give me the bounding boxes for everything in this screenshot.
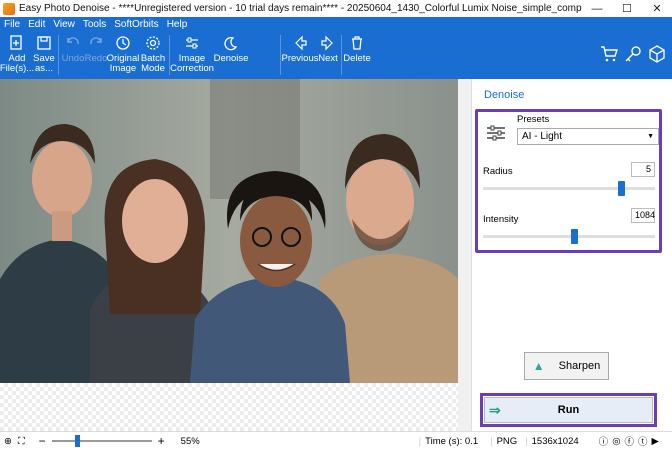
next-button[interactable]: Next <box>317 31 339 64</box>
window-title: Easy Photo Denoise - ****Unregistered ve… <box>19 3 582 14</box>
menu-edit[interactable]: Edit <box>28 19 45 30</box>
settings-group: Presets AI - Light ▼ Radius 5 Intensity … <box>475 109 662 253</box>
denoise-button[interactable]: Denoise <box>214 31 248 64</box>
arrow-left-icon <box>295 35 307 51</box>
time-value: Time (s): 0.1 <box>425 435 479 447</box>
status-bar: ⊕ ⛶ − + 55% | Time (s): 0.1 | PNG | 1536… <box>0 431 672 450</box>
minimize-button[interactable]: — <box>582 0 612 17</box>
batch-mode-label: Batch Mode <box>140 53 166 74</box>
image-correction-button[interactable]: Image Correction <box>170 31 214 74</box>
panel-title: Denoise <box>484 89 525 101</box>
redo-button[interactable]: Redo <box>85 31 107 64</box>
menu-file[interactable]: File <box>4 19 20 30</box>
denoise-label: Denoise <box>213 53 249 64</box>
divider: | <box>490 435 493 447</box>
presets-label: Presets <box>517 114 550 125</box>
sharpen-label: Sharpen <box>558 360 601 372</box>
menu-help[interactable]: Help <box>167 19 188 30</box>
cart-icon[interactable] <box>600 45 618 63</box>
next-label: Next <box>318 53 338 64</box>
intensity-slider[interactable] <box>483 229 655 244</box>
cube-icon[interactable] <box>648 45 666 63</box>
format-value: PNG <box>496 435 518 447</box>
globe-icon[interactable]: ◎ <box>612 436 620 447</box>
save-icon <box>37 36 51 50</box>
redo-icon <box>90 37 102 45</box>
group-portrait-image <box>0 79 458 383</box>
save-as-button[interactable]: Save as... <box>32 31 56 74</box>
radius-input[interactable]: 5 <box>631 162 655 177</box>
size-value: 1536x1024 <box>531 435 579 447</box>
zoom-value: 55% <box>180 435 200 447</box>
youtube-icon[interactable]: ▶ <box>652 436 659 447</box>
sliders-icon <box>186 37 198 49</box>
divider: | <box>418 435 422 447</box>
arrow-right-icon: ⇒ <box>489 401 501 418</box>
toolbar: Add File(s)... Save as... Undo Redo Orig… <box>0 31 672 79</box>
run-button[interactable]: ⇒ Run <box>484 397 653 423</box>
vertical-scrollbar[interactable] <box>458 79 471 431</box>
intensity-slider-thumb[interactable] <box>571 229 579 244</box>
original-image-label: Original Image <box>106 53 140 74</box>
original-image-button[interactable]: Original Image <box>107 31 139 74</box>
run-label: Run <box>557 404 580 416</box>
zoom-fit-icon[interactable]: ⊕ <box>4 436 12 447</box>
radius-slider[interactable] <box>483 181 655 196</box>
menu-view[interactable]: View <box>53 19 75 30</box>
menu-tools[interactable]: Tools <box>83 19 106 30</box>
image-correction-label: Image Correction <box>170 53 214 74</box>
triangle-icon: ▲ <box>532 359 545 373</box>
delete-label: Delete <box>343 53 371 64</box>
sparkle-moon-icon <box>224 37 238 51</box>
key-icon[interactable] <box>624 45 642 63</box>
zoom-slider-thumb[interactable] <box>74 435 80 447</box>
sliders-settings-icon <box>487 125 505 141</box>
title-bar: Easy Photo Denoise - ****Unregistered ve… <box>0 0 672 17</box>
delete-button[interactable]: Delete <box>343 31 371 64</box>
run-highlight: ⇒ Run <box>480 393 657 427</box>
chevron-down-icon: ▼ <box>647 133 654 140</box>
arrow-right-icon <box>321 35 333 51</box>
undo-label: Undo <box>61 53 85 64</box>
toolbar-divider <box>58 35 59 75</box>
trash-icon <box>352 36 362 50</box>
zoom-slider[interactable] <box>51 435 152 447</box>
photo-preview[interactable] <box>0 79 458 383</box>
zoom-in-icon[interactable]: + <box>158 434 165 448</box>
undo-icon <box>67 37 79 45</box>
twitter-icon[interactable]: ⓣ <box>638 434 648 448</box>
preset-value: AI - Light <box>522 131 563 142</box>
intensity-label: Intensity <box>483 214 519 225</box>
presets-dropdown[interactable]: AI - Light ▼ <box>517 128 659 145</box>
undo-button[interactable]: Undo <box>61 31 85 64</box>
history-icon <box>116 36 130 50</box>
previous-button[interactable]: Previous <box>281 31 319 64</box>
add-file-icon <box>10 35 22 50</box>
previous-label: Previous <box>281 53 319 64</box>
denoise-panel: Denoise Presets AI - Light ▼ Radius 5 In… <box>471 79 672 431</box>
zoom-out-icon[interactable]: − <box>39 434 46 448</box>
divider: | <box>525 435 528 447</box>
zoom-actual-icon[interactable]: ⛶ <box>18 436 25 447</box>
menu-bar: File Edit View Tools SoftOrbits Help <box>0 17 672 31</box>
sharpen-button[interactable]: ▲ Sharpen <box>524 352 609 380</box>
app-icon <box>3 2 15 15</box>
image-canvas[interactable] <box>0 79 471 431</box>
batch-mode-button[interactable]: Batch Mode <box>139 31 167 74</box>
toolbar-divider <box>341 35 342 75</box>
info-icon[interactable]: ⓘ <box>599 434 609 448</box>
save-as-label: Save as... <box>33 53 55 74</box>
gear-icon <box>146 36 160 50</box>
add-files-label: Add File(s)... <box>0 53 35 74</box>
redo-label: Redo <box>84 53 108 64</box>
intensity-input[interactable]: 1084 <box>631 208 655 223</box>
close-button[interactable]: ✕ <box>642 0 672 17</box>
facebook-icon[interactable]: ⓕ <box>624 434 634 448</box>
menu-softorbits[interactable]: SoftOrbits <box>114 19 158 30</box>
maximize-button[interactable]: ☐ <box>612 0 642 17</box>
radius-slider-thumb[interactable] <box>617 181 625 196</box>
add-files-button[interactable]: Add File(s)... <box>0 31 35 74</box>
radius-label: Radius <box>483 166 513 177</box>
